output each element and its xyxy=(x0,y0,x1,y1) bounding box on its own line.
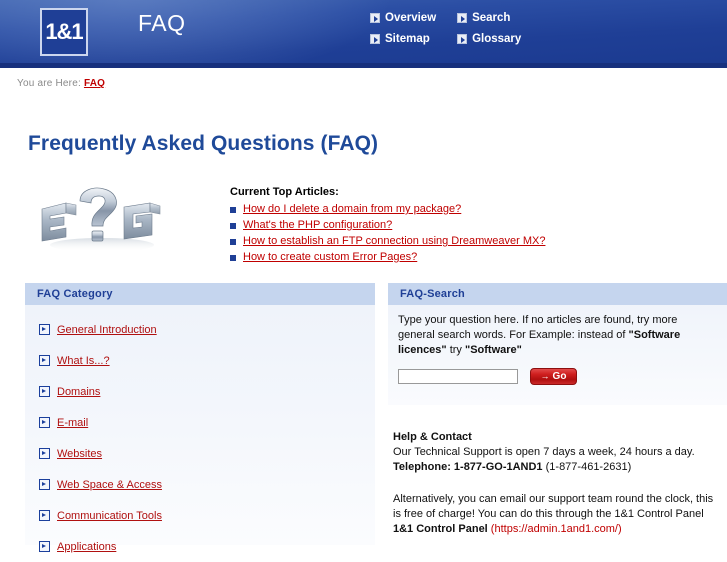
nav-label-sitemap: Sitemap xyxy=(385,33,430,45)
nav-link-glossary[interactable]: Glossary xyxy=(457,33,521,45)
top-articles-heading: Current Top Articles: xyxy=(230,186,339,198)
arrow-right-icon xyxy=(39,510,50,521)
faq-category-item-domains[interactable]: Domains xyxy=(39,376,375,407)
faq-category-item-email[interactable]: E-mail xyxy=(39,407,375,438)
search-go-button[interactable]: → Go xyxy=(530,368,577,385)
nav-label-overview: Overview xyxy=(385,12,437,24)
bullet-square-icon xyxy=(230,207,236,213)
breadcrumb-prefix: You are Here: xyxy=(17,78,81,89)
top-article-link[interactable]: How do I delete a domain from my package… xyxy=(243,203,461,216)
current-top-articles: Current Top Articles: How do I delete a … xyxy=(230,186,650,267)
arrow-right-icon xyxy=(39,448,50,459)
faq-category-link[interactable]: Websites xyxy=(57,448,102,460)
page-header-title: FAQ xyxy=(138,10,186,36)
faq-category-item-communication-tools[interactable]: Communication Tools xyxy=(39,500,375,531)
header-nav-row-2: Sitemap Glossary xyxy=(370,33,670,54)
faq-category-link[interactable]: E-mail xyxy=(57,417,88,429)
faq-search-form: → Go xyxy=(398,368,717,385)
help-contact-cp-url[interactable]: (https://admin.1and1.com/) xyxy=(488,523,622,535)
nav-label-glossary: Glossary xyxy=(472,33,522,45)
arrow-right-icon xyxy=(39,541,50,552)
breadcrumb-link-faq[interactable]: FAQ xyxy=(84,78,105,89)
faq-category-panel-title: FAQ Category xyxy=(37,288,113,300)
faq-search-panel: FAQ-Search Type your question here. If n… xyxy=(388,283,727,405)
faq-category-panel-header: FAQ Category xyxy=(25,283,375,305)
top-article-link[interactable]: How to establish an FTP connection using… xyxy=(243,235,545,248)
nav-link-overview[interactable]: Overview xyxy=(370,12,454,24)
arrow-right-icon: → xyxy=(540,371,550,381)
logo-text: 1&1 xyxy=(45,19,83,44)
search-input[interactable] xyxy=(398,369,518,384)
faq-search-desc-part2: try xyxy=(446,344,465,356)
top-article-item: How do I delete a domain from my package… xyxy=(230,203,650,216)
arrow-right-icon xyxy=(457,13,468,23)
top-article-item: What's the PHP configuration? xyxy=(230,219,650,232)
header-nav-row-1: Overview Search xyxy=(370,12,670,33)
arrow-right-icon xyxy=(370,13,380,23)
help-contact-title: Help & Contact xyxy=(393,431,472,443)
faq-category-item-applications[interactable]: Applications xyxy=(39,531,375,562)
faq-search-desc-bold2: "Software" xyxy=(464,344,522,356)
help-contact-telephone: Telephone: 1-877-GO-1AND1 (1-877-461-263… xyxy=(393,460,723,475)
arrow-right-icon xyxy=(39,417,50,428)
faq-search-panel-header: FAQ-Search xyxy=(388,283,727,305)
faq-search-panel-title: FAQ-Search xyxy=(400,288,465,300)
page-title: Frequently Asked Questions (FAQ) xyxy=(28,132,379,156)
faq-search-body: Type your question here. If no articles … xyxy=(388,305,727,385)
arrow-right-icon xyxy=(457,34,468,44)
site-header: 1&1 FAQ Overview Search Sitemap Glossary xyxy=(0,0,727,68)
nav-label-search: Search xyxy=(472,12,511,24)
top-article-link[interactable]: What's the PHP configuration? xyxy=(243,219,392,232)
help-contact-alt-line2: is free of charge! You can do this throu… xyxy=(393,508,704,520)
faq-search-description: Type your question here. If no articles … xyxy=(398,313,717,358)
bullet-square-icon xyxy=(230,223,236,229)
top-article-link[interactable]: How to create custom Error Pages? xyxy=(243,251,417,264)
faq-category-link[interactable]: What Is...? xyxy=(57,355,110,367)
help-contact-telephone-alt: (1-877-461-2631) xyxy=(542,461,632,473)
faq-category-link[interactable]: General Introduction xyxy=(57,324,157,336)
search-go-label: Go xyxy=(552,371,567,382)
logo[interactable]: 1&1 xyxy=(40,8,88,56)
help-contact-hours: Our Technical Support is open 7 days a w… xyxy=(393,446,695,458)
bullet-square-icon xyxy=(230,239,236,245)
help-contact-alt-line1: Alternatively, you can email our support… xyxy=(393,493,714,505)
faq-category-list: General Introduction What Is...? Domains… xyxy=(25,305,375,562)
faq-category-link[interactable]: Applications xyxy=(57,541,116,553)
top-article-item: How to create custom Error Pages? xyxy=(230,251,650,264)
help-and-contact: Help & Contact Our Technical Support is … xyxy=(393,430,723,537)
arrow-right-icon xyxy=(39,479,50,490)
faq-question-marks-graphic xyxy=(32,183,172,253)
faq-category-item-general-introduction[interactable]: General Introduction xyxy=(39,314,375,345)
help-contact-cp-label: 1&1 Control Panel xyxy=(393,523,488,535)
faq-category-item-websites[interactable]: Websites xyxy=(39,438,375,469)
arrow-right-icon xyxy=(39,355,50,366)
arrow-right-icon xyxy=(39,386,50,397)
nav-link-search[interactable]: Search xyxy=(457,12,510,24)
header-nav: Overview Search Sitemap Glossary xyxy=(370,12,670,54)
faq-category-link[interactable]: Web Space & Access xyxy=(57,479,162,491)
breadcrumb: You are Here: FAQ xyxy=(17,78,105,89)
top-article-item: How to establish an FTP connection using… xyxy=(230,235,650,248)
faq-category-link[interactable]: Domains xyxy=(57,386,100,398)
nav-link-sitemap[interactable]: Sitemap xyxy=(370,33,454,45)
arrow-right-icon xyxy=(39,324,50,335)
faq-category-item-what-is[interactable]: What Is...? xyxy=(39,345,375,376)
arrow-right-icon xyxy=(370,34,380,44)
faq-category-item-web-space-access[interactable]: Web Space & Access xyxy=(39,469,375,500)
bullet-square-icon xyxy=(230,255,236,261)
help-contact-telephone-label: Telephone: 1-877-GO-1AND1 xyxy=(393,461,543,473)
help-contact-control-panel-line: 1&1 Control Panel (https://admin.1and1.c… xyxy=(393,522,723,537)
faq-category-link[interactable]: Communication Tools xyxy=(57,510,162,522)
faq-category-panel: FAQ Category General Introduction What I… xyxy=(25,283,375,553)
